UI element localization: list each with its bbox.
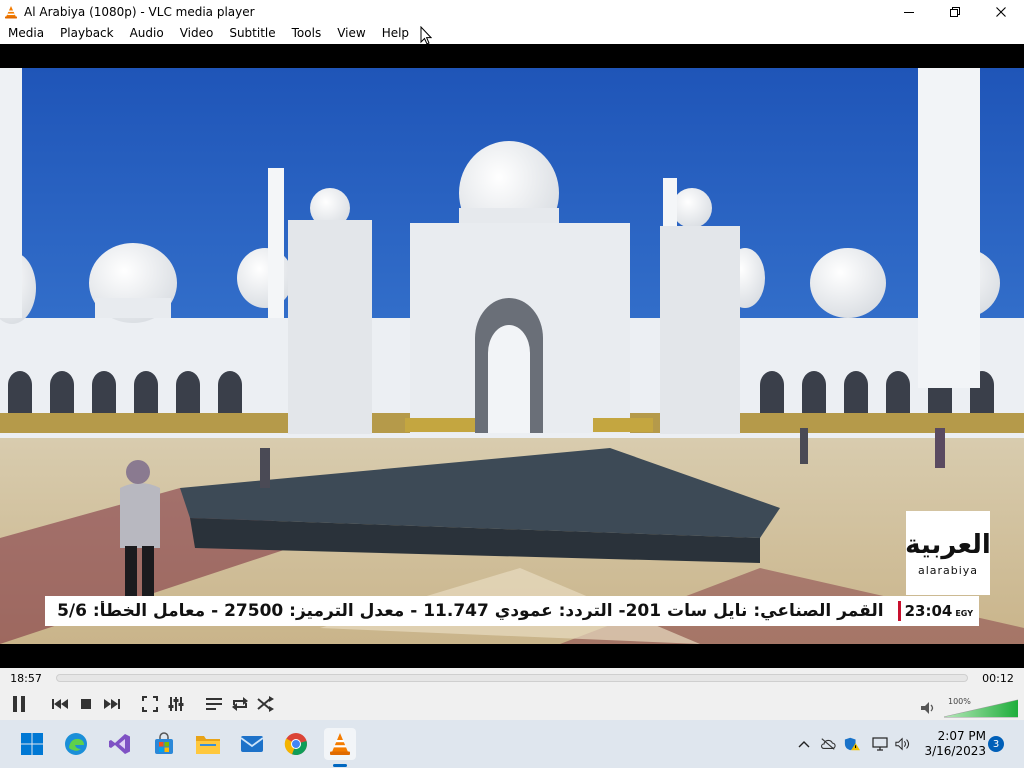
start-icon bbox=[21, 733, 43, 755]
active-app-indicator bbox=[333, 764, 347, 767]
start-button[interactable] bbox=[16, 728, 48, 760]
tray-display[interactable] bbox=[872, 736, 888, 752]
logo-latin-text: alarabiya bbox=[917, 563, 979, 577]
file-explorer-icon bbox=[196, 736, 220, 754]
pause-icon bbox=[13, 696, 25, 712]
previous-icon bbox=[52, 699, 68, 709]
display-icon bbox=[872, 737, 888, 751]
speaker-icon bbox=[895, 737, 910, 751]
restore-icon bbox=[950, 6, 960, 17]
playback-controls bbox=[0, 688, 1024, 720]
taskbar: 2:07 PM 3/16/2023 3 bbox=[0, 720, 1024, 768]
taskbar-chrome[interactable] bbox=[280, 728, 312, 760]
notification-badge[interactable]: 3 bbox=[988, 736, 1004, 752]
seek-slider[interactable] bbox=[56, 674, 968, 682]
menu-help[interactable]: Help bbox=[374, 23, 417, 44]
taskbar-store[interactable] bbox=[148, 728, 180, 760]
tray-cloud-offline[interactable] bbox=[820, 736, 836, 752]
menu-media[interactable]: Media bbox=[0, 23, 52, 44]
ticker-clock: 23:04 bbox=[904, 602, 953, 620]
tray-security[interactable] bbox=[844, 736, 860, 752]
shuffle-icon bbox=[257, 696, 274, 712]
taskbar-vlc[interactable] bbox=[324, 728, 356, 760]
taskbar-visual-studio[interactable] bbox=[104, 728, 136, 760]
extended-settings-icon bbox=[168, 697, 184, 711]
loop-button[interactable] bbox=[228, 692, 252, 716]
fullscreen-icon bbox=[142, 696, 158, 712]
extended-settings-button[interactable] bbox=[164, 692, 188, 716]
clock-date: 3/16/2023 bbox=[924, 744, 986, 758]
next-button[interactable] bbox=[100, 692, 124, 716]
menu-audio[interactable]: Audio bbox=[122, 23, 172, 44]
previous-button[interactable] bbox=[48, 692, 72, 716]
menu-subtitle[interactable]: Subtitle bbox=[221, 23, 283, 44]
edge-icon bbox=[65, 733, 87, 755]
shuffle-button[interactable] bbox=[254, 692, 278, 716]
menu-playback[interactable]: Playback bbox=[52, 23, 122, 44]
ticker-time: 23:04 EGY bbox=[901, 602, 979, 620]
loop-icon bbox=[232, 697, 248, 711]
elapsed-time[interactable]: 18:57 bbox=[0, 672, 52, 685]
taskbar-file-explorer[interactable] bbox=[192, 728, 224, 760]
close-icon bbox=[996, 6, 1006, 17]
pause-button[interactable] bbox=[7, 692, 31, 716]
minimize-icon bbox=[904, 11, 914, 13]
show-hidden-icons-button[interactable] bbox=[796, 736, 812, 752]
vlc-icon bbox=[330, 733, 350, 755]
cloud-offline-icon bbox=[821, 738, 836, 750]
volume-slider[interactable] bbox=[944, 698, 1018, 718]
store-icon bbox=[155, 732, 173, 754]
menu-tools[interactable]: Tools bbox=[284, 23, 330, 44]
window-controls bbox=[886, 0, 1024, 23]
visual-studio-icon bbox=[109, 734, 130, 754]
channel-logo: العربية alarabiya bbox=[905, 511, 991, 595]
taskbar-edge[interactable] bbox=[60, 728, 92, 760]
video-frame[interactable] bbox=[0, 68, 1024, 644]
seek-row: 18:57 00:12 bbox=[0, 668, 1024, 688]
chevron-up-icon bbox=[798, 741, 810, 748]
news-ticker: القمر الصناعي: نايل سات 201- التردد: عمو… bbox=[45, 596, 979, 626]
remaining-time[interactable]: 00:12 bbox=[972, 672, 1024, 685]
tray-volume[interactable] bbox=[895, 736, 911, 752]
chrome-icon bbox=[284, 733, 307, 756]
taskbar-clock[interactable]: 2:07 PM 3/16/2023 bbox=[924, 729, 986, 759]
video-area[interactable]: العربية alarabiya القمر الصناعي: نايل سا… bbox=[0, 44, 1024, 668]
playlist-icon bbox=[206, 698, 222, 710]
mail-icon bbox=[240, 736, 264, 752]
stop-icon bbox=[81, 699, 91, 709]
ticker-timezone: EGY bbox=[955, 609, 973, 618]
maximize-button[interactable] bbox=[932, 0, 978, 23]
menu-bar: Media Playback Audio Video Subtitle Tool… bbox=[0, 23, 1024, 44]
window-title: Al Arabiya (1080p) - VLC media player bbox=[24, 4, 255, 19]
shield-warning-icon bbox=[844, 737, 860, 751]
next-icon bbox=[104, 699, 120, 709]
menu-view[interactable]: View bbox=[329, 23, 373, 44]
menu-video[interactable]: Video bbox=[172, 23, 222, 44]
volume-icon[interactable] bbox=[920, 701, 936, 715]
vlc-cone-icon bbox=[5, 5, 17, 18]
video-scene bbox=[0, 68, 1024, 644]
stop-button[interactable] bbox=[74, 692, 98, 716]
logo-arabic-text: العربية bbox=[905, 529, 991, 560]
title-bar[interactable]: Al Arabiya (1080p) - VLC media player bbox=[0, 0, 1024, 23]
vlc-window: Al Arabiya (1080p) - VLC media player Me… bbox=[0, 0, 1024, 768]
playlist-button[interactable] bbox=[202, 692, 226, 716]
taskbar-mail[interactable] bbox=[236, 728, 268, 760]
mouse-cursor-icon bbox=[420, 26, 432, 45]
minimize-button[interactable] bbox=[886, 0, 932, 23]
ticker-text: القمر الصناعي: نايل سات 201- التردد: عمو… bbox=[57, 601, 884, 621]
close-button[interactable] bbox=[978, 0, 1024, 23]
clock-time: 2:07 PM bbox=[937, 729, 986, 743]
fullscreen-button[interactable] bbox=[138, 692, 162, 716]
